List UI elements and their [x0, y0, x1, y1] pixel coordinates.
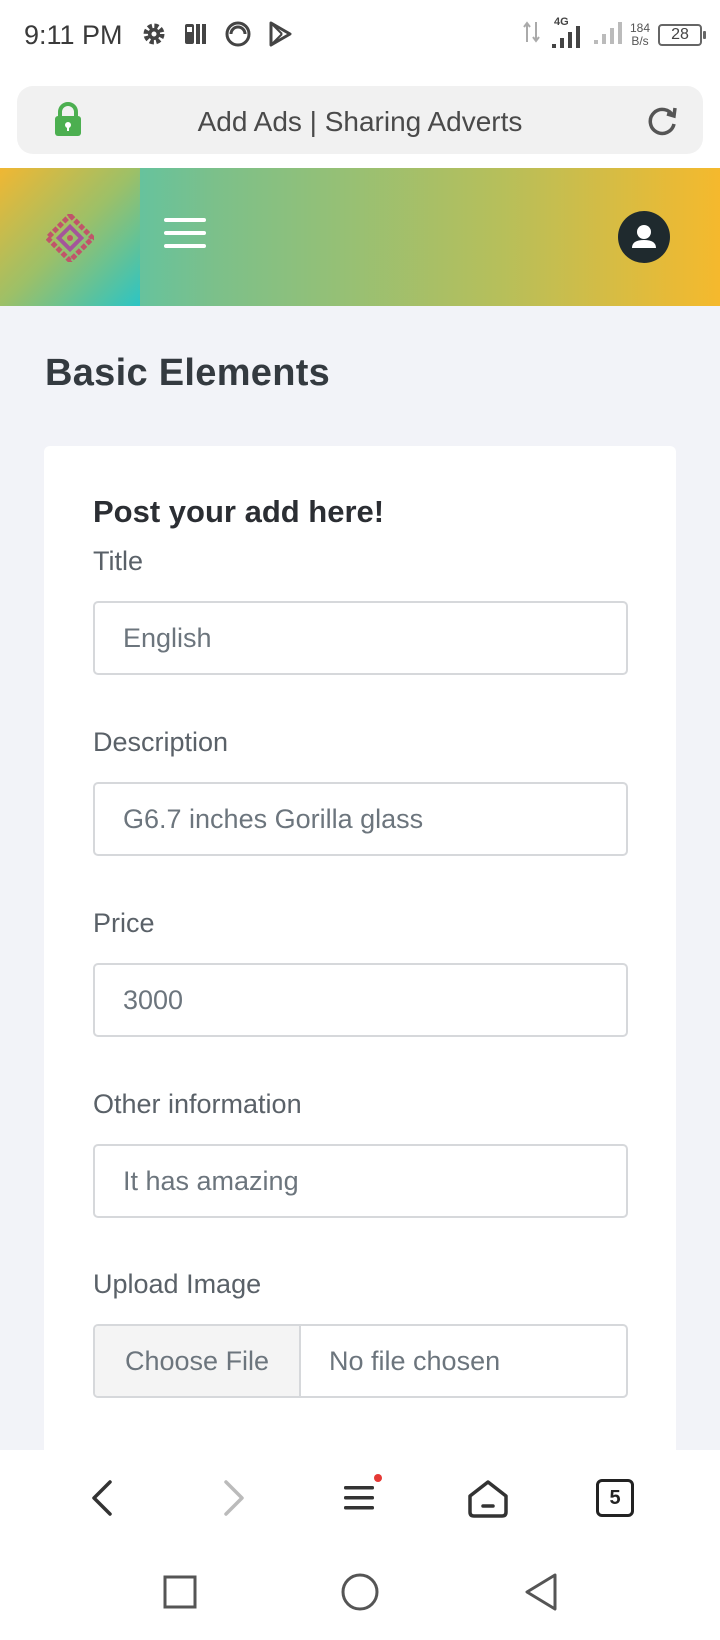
- status-notification-icons: [140, 20, 294, 48]
- price-label: Price: [93, 908, 155, 938]
- network-speed: 184 B/s: [629, 20, 650, 48]
- form-heading: Post your add here!: [93, 494, 385, 529]
- other-information-label: Other information: [93, 1089, 302, 1119]
- battery-indicator: 28: [658, 23, 706, 46]
- speed-value: 184: [629, 20, 650, 35]
- speed-unit: B/s: [631, 33, 649, 48]
- reload-icon[interactable]: [645, 104, 679, 138]
- page-title-address[interactable]: Add Ads | Sharing Adverts: [97, 106, 623, 138]
- tabs-count-button[interactable]: 5: [596, 1479, 634, 1517]
- menu-line: [164, 231, 206, 235]
- page-title: Basic Elements: [45, 352, 331, 394]
- browser-address-bar[interactable]: Add Ads | Sharing Adverts: [17, 86, 703, 154]
- signal-4g-icon: 4G: [550, 16, 584, 50]
- back-icon[interactable]: [80, 1474, 128, 1522]
- system-nav-bar: [0, 1546, 720, 1640]
- description-input[interactable]: [93, 782, 628, 856]
- play-store-icon: [266, 20, 294, 48]
- settings-gear-icon: [140, 20, 168, 48]
- description-label: Description: [93, 727, 229, 757]
- status-bar: 9:11 PM 4G 184 B/s 28: [0, 0, 720, 74]
- sync-app-icon: [224, 20, 252, 48]
- status-time: 9:11 PM: [24, 20, 123, 50]
- browser-toolbar: 5: [0, 1450, 720, 1546]
- home-icon[interactable]: [464, 1474, 512, 1522]
- data-arrows-icon: [522, 20, 542, 49]
- status-right: 4G 184 B/s 28: [522, 16, 706, 51]
- signal-2-icon: [592, 18, 622, 51]
- user-avatar-icon[interactable]: [618, 211, 670, 263]
- system-back-icon[interactable]: [522, 1572, 560, 1617]
- choose-file-button[interactable]: Choose File: [95, 1326, 301, 1396]
- other-information-input[interactable]: [93, 1144, 628, 1218]
- title-label: Title: [93, 546, 144, 576]
- file-upload-field[interactable]: Choose File No file chosen: [93, 1324, 628, 1398]
- menu-icon[interactable]: [336, 1474, 384, 1522]
- title-input[interactable]: [93, 601, 628, 675]
- app-header: [0, 168, 720, 306]
- home-circle-icon[interactable]: [340, 1572, 380, 1617]
- diamond-logo-icon[interactable]: [43, 211, 97, 265]
- menu-line: [164, 244, 206, 248]
- upload-image-label: Upload Image: [93, 1269, 262, 1299]
- price-input[interactable]: [93, 963, 628, 1037]
- lock-icon: [53, 102, 83, 138]
- file-status: No file chosen: [329, 1345, 501, 1376]
- menu-line: [164, 218, 206, 222]
- brand-area[interactable]: [0, 168, 140, 306]
- hamburger-menu-button[interactable]: [164, 218, 206, 252]
- main-content: Basic Elements Post your add here! Title…: [0, 306, 720, 1456]
- forward-icon[interactable]: [208, 1474, 256, 1522]
- app-notification-icon: [182, 20, 210, 48]
- form-card: Post your add here! Title Description Pr…: [44, 446, 676, 1456]
- recent-apps-icon[interactable]: [162, 1574, 198, 1615]
